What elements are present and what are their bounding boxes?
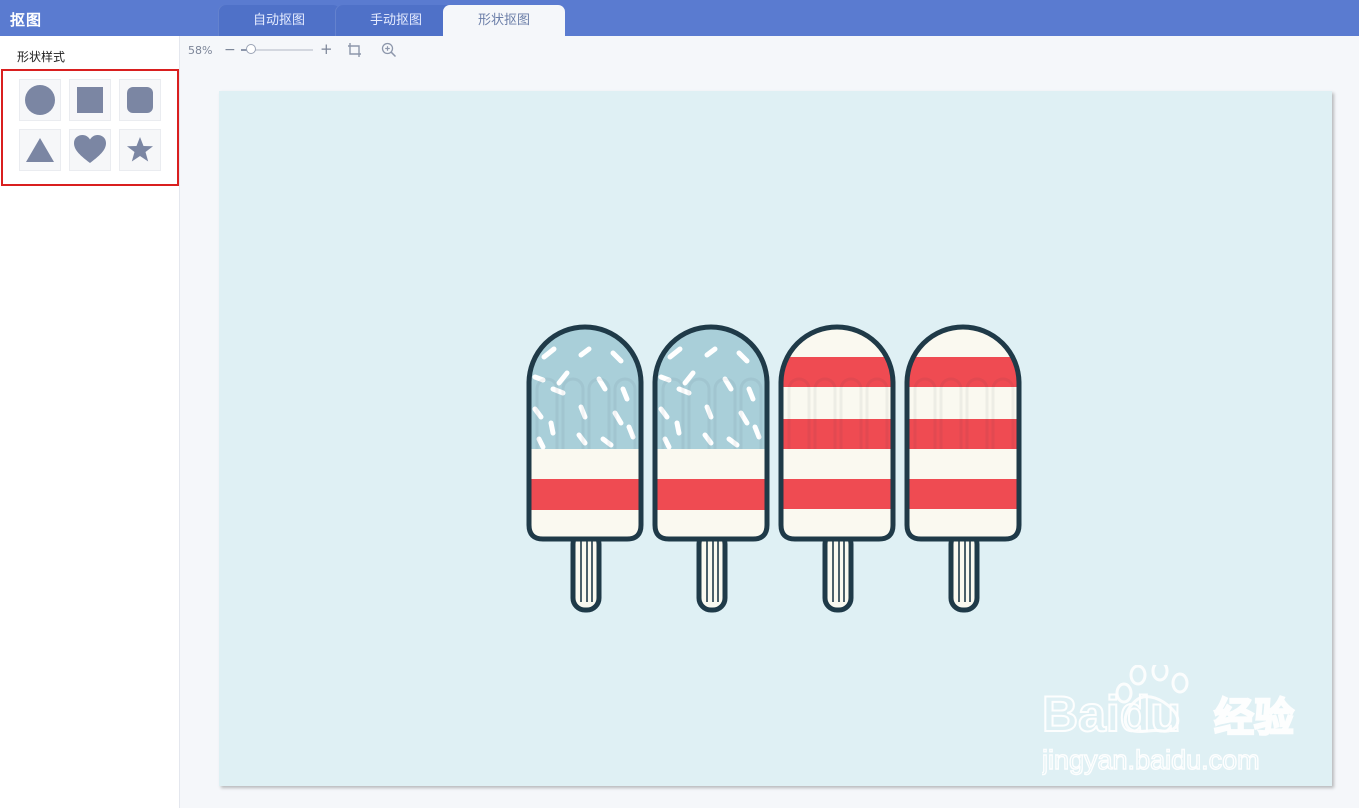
star-icon xyxy=(127,137,153,162)
tab-manual-cutout[interactable]: 手动抠图 xyxy=(335,5,457,36)
shape-rounded-square-button[interactable] xyxy=(119,79,161,121)
shape-triangle-button[interactable] xyxy=(19,129,61,171)
popsicle xyxy=(652,324,770,613)
shape-circle-button[interactable] xyxy=(19,79,61,121)
circle-icon xyxy=(25,85,55,115)
zoom-slider-handle[interactable] xyxy=(246,44,257,54)
popsicle xyxy=(778,324,896,613)
sidebar: 形状样式 xyxy=(0,36,180,808)
zoom-toolbar: 58% − + xyxy=(180,36,1359,64)
shape-heart-button[interactable] xyxy=(69,129,111,171)
zoom-level: 58% xyxy=(188,44,213,57)
shape-style-heading: 形状样式 xyxy=(17,50,66,64)
popsicle xyxy=(904,324,1022,613)
square-icon xyxy=(77,87,103,113)
watermark-url: jingyan.baidu.com xyxy=(1042,745,1260,775)
baidu-watermark: Baidu 经验 jingyan.baidu.com xyxy=(1042,665,1295,776)
title-bar: 抠图 自动抠图 手动抠图 形状抠图 xyxy=(0,0,1359,36)
magnifier-icon[interactable] xyxy=(381,42,397,58)
crop-fit-icon[interactable] xyxy=(347,42,363,58)
tab-shape-cutout[interactable]: 形状抠图 xyxy=(443,5,565,36)
image-canvas[interactable]: Baidu 经验 jingyan.baidu.com xyxy=(219,91,1332,786)
shape-star-button[interactable] xyxy=(119,129,161,171)
shape-square-button[interactable] xyxy=(69,79,111,121)
watermark-suffix: 经验 xyxy=(1214,695,1294,741)
heart-icon xyxy=(74,135,106,163)
triangle-icon xyxy=(26,138,54,162)
rounded-square-icon xyxy=(127,87,153,113)
tab-auto-cutout[interactable]: 自动抠图 xyxy=(218,5,340,36)
watermark-brand: Baidu xyxy=(1042,686,1181,742)
shape-panel xyxy=(1,69,179,186)
app-title: 抠图 xyxy=(10,11,43,29)
popsicle xyxy=(526,324,644,613)
zoom-slider[interactable] xyxy=(241,44,313,54)
zoom-out-icon[interactable]: − xyxy=(224,43,236,57)
zoom-in-icon[interactable]: + xyxy=(320,42,333,57)
